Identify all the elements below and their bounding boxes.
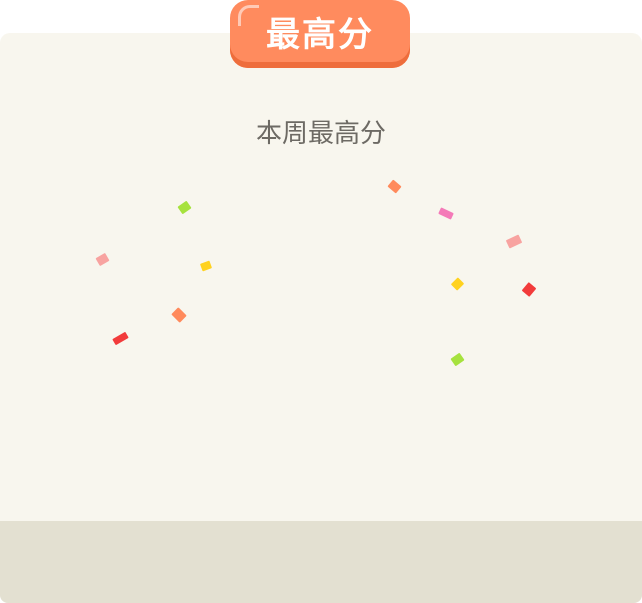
confetti-piece	[450, 352, 465, 367]
confetti-piece	[521, 282, 537, 297]
panel-footer-bar	[0, 521, 642, 603]
confetti-piece	[112, 331, 129, 346]
confetti-piece	[199, 260, 213, 272]
high-score-screen: 最高分 本周最高分	[0, 0, 642, 603]
confetti-piece	[438, 207, 454, 220]
confetti-piece	[177, 200, 192, 215]
badge-title: 最高分	[266, 14, 374, 55]
confetti-piece	[450, 277, 465, 291]
weekly-high-score-title: 本周最高分	[255, 119, 386, 149]
confetti-piece	[171, 307, 187, 323]
high-score-badge: 最高分	[230, 0, 410, 68]
confetti-piece	[95, 252, 110, 267]
confetti-piece	[505, 234, 523, 249]
badge-shine	[238, 5, 259, 26]
confetti-piece	[387, 179, 402, 194]
